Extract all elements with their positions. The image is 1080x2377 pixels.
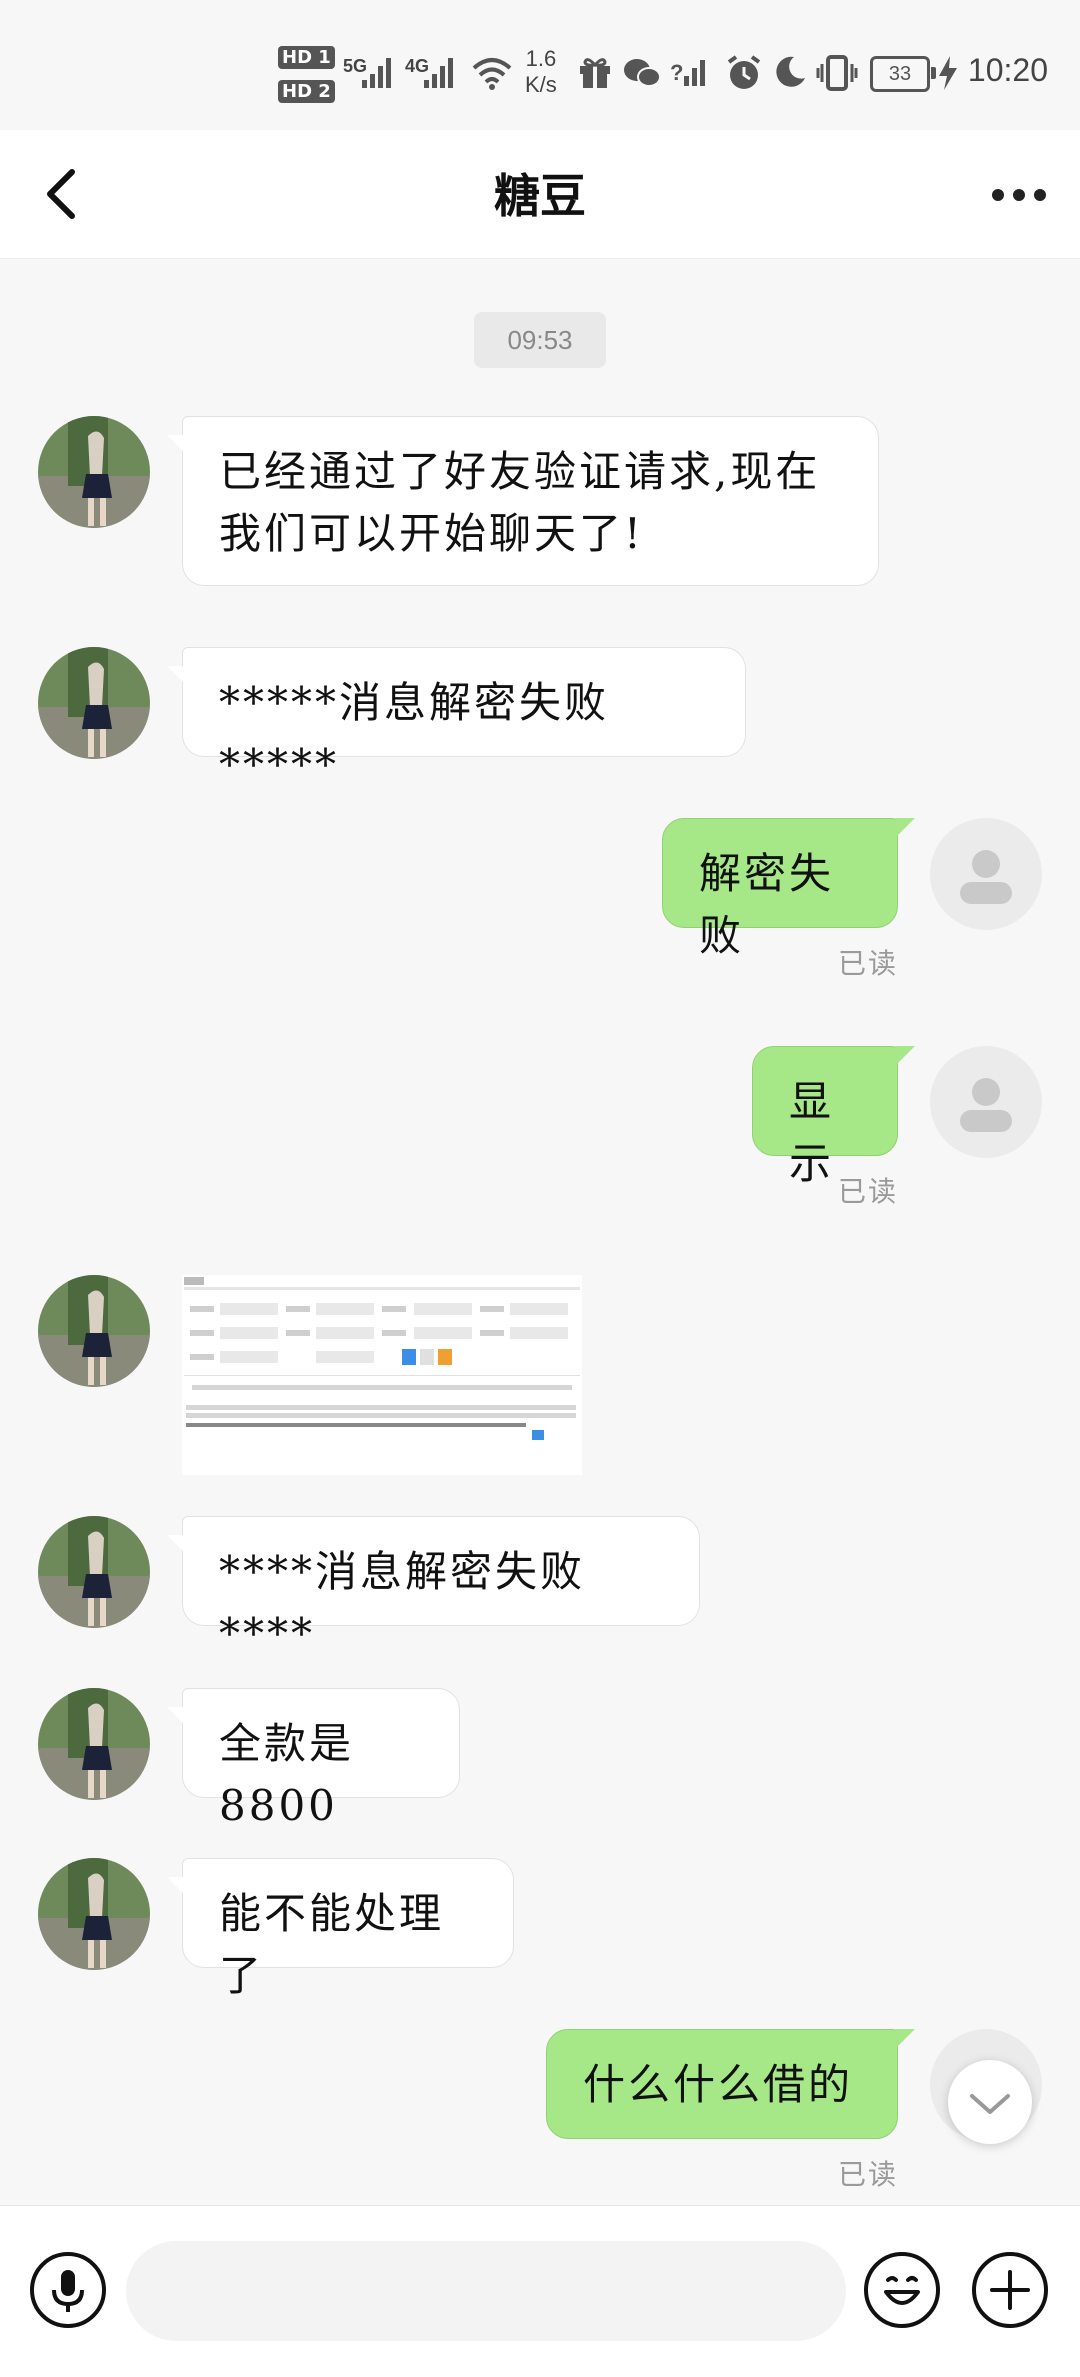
message-row: *****消息解密失败***** — [0, 647, 1080, 789]
svg-text:?: ? — [670, 60, 683, 85]
contact-avatar-image — [38, 1275, 150, 1387]
message-row — [0, 1275, 1080, 1475]
message-text: 能不能处理了 — [219, 1889, 445, 2000]
moon-icon — [776, 56, 805, 87]
read-status: 已读 — [837, 947, 898, 980]
message-row: 解密失败 已读 — [0, 818, 1080, 988]
read-status: 已读 — [837, 2158, 898, 2191]
status-bar: HD 1 HD 2 5G 4G 1.6 K/s ? 33 10:20 — [0, 0, 1080, 130]
message-bubble[interactable]: 全款是8800 — [167, 1688, 460, 1830]
message-bubble[interactable]: *****消息解密失败***** — [167, 647, 746, 789]
signal-icon — [424, 58, 453, 88]
hd2-badge: HD 2 — [278, 80, 335, 103]
screenshot-thumbnail — [182, 1275, 582, 1475]
more-functions-button[interactable] — [970, 2250, 1050, 2330]
voice-button[interactable] — [28, 2250, 108, 2330]
message-row: 显示 已读 — [0, 1046, 1080, 1216]
avatar[interactable] — [38, 1858, 150, 1970]
contact-avatar-image — [38, 1688, 150, 1800]
contact-avatar-image — [38, 416, 150, 528]
title-bar: 糖豆 — [0, 130, 1080, 259]
avatar[interactable] — [930, 1046, 1042, 1158]
no-signal-icon: ? — [670, 60, 705, 86]
avatar[interactable] — [38, 1275, 150, 1387]
contact-avatar-image — [38, 1516, 150, 1628]
message-row: 已经通过了好友验证请求,现在 我们可以开始聊天了! — [0, 416, 1080, 596]
chevron-down-icon — [970, 2094, 1010, 2114]
avatar[interactable] — [38, 647, 150, 759]
message-bubble[interactable]: ****消息解密失败**** — [167, 1516, 700, 1658]
speed-value: 1.6 — [525, 46, 557, 71]
default-user-icon — [960, 1078, 1012, 1132]
message-text: 全款是8800 — [219, 1719, 355, 1830]
message-row: ****消息解密失败**** — [0, 1516, 1080, 1658]
scroll-to-bottom-button[interactable] — [948, 2060, 1032, 2144]
clock: 10:20 — [967, 52, 1048, 88]
message-bubble[interactable]: 能不能处理了 — [167, 1858, 514, 2000]
message-bubble[interactable]: 已经通过了好友验证请求,现在 我们可以开始聊天了! — [167, 416, 879, 586]
message-text-line: 我们可以开始聊天了! — [219, 509, 644, 558]
more-options-button[interactable] — [984, 160, 1054, 230]
microphone-icon — [30, 2252, 106, 2328]
default-user-icon — [960, 850, 1012, 904]
image-message[interactable] — [182, 1275, 582, 1475]
emoji-button[interactable] — [862, 2250, 942, 2330]
wifi-icon — [472, 58, 512, 90]
message-bubble[interactable]: 什么什么借的 — [546, 2029, 915, 2139]
message-text: ****消息解密失败**** — [219, 1547, 586, 1658]
message-row: 什么什么借的 已读 — [0, 2029, 1080, 2199]
vibrate-icon — [816, 55, 858, 91]
message-text: *****消息解密失败***** — [219, 678, 610, 789]
hd1-badge: HD 1 — [278, 46, 335, 69]
alarm-icon — [727, 55, 761, 89]
contact-avatar-image — [38, 1858, 150, 1970]
timestamp-badge: 09:53 — [474, 312, 606, 368]
chat-title: 糖豆 — [494, 169, 586, 223]
emoji-icon — [864, 2252, 940, 2328]
battery-icon: 33 — [870, 56, 936, 92]
message-text: 解密失败 — [699, 849, 835, 960]
avatar[interactable] — [38, 1516, 150, 1628]
input-bar — [0, 2205, 1080, 2377]
message-input[interactable] — [126, 2241, 846, 2341]
network-speed: 1.6 K/s — [525, 46, 557, 98]
wechat-icon — [624, 59, 661, 87]
charging-icon — [939, 56, 957, 90]
avatar[interactable] — [930, 818, 1042, 930]
chat-area[interactable]: 09:53 已经通过了好友验证请求,现在 我们可以开始聊天了! *****消息解… — [0, 259, 1080, 2205]
speed-unit: K/s — [525, 72, 557, 97]
contact-avatar-image — [38, 647, 150, 759]
gift-icon — [580, 58, 610, 88]
avatar[interactable] — [38, 416, 150, 528]
message-text: 什么什么借的 — [583, 2060, 854, 2109]
message-row: 能不能处理了 — [0, 1858, 1080, 2000]
message-bubble[interactable]: 解密失败 — [662, 818, 915, 960]
plus-icon — [972, 2252, 1048, 2328]
message-row: 全款是8800 — [0, 1688, 1080, 1830]
read-status: 已读 — [837, 1175, 898, 1208]
avatar[interactable] — [38, 1688, 150, 1800]
message-text-line: 已经通过了好友验证请求,现在 — [219, 447, 821, 496]
message-bubble[interactable]: 显示 — [752, 1046, 915, 1188]
signal-icon — [362, 58, 391, 88]
more-dots-icon — [992, 189, 1046, 201]
